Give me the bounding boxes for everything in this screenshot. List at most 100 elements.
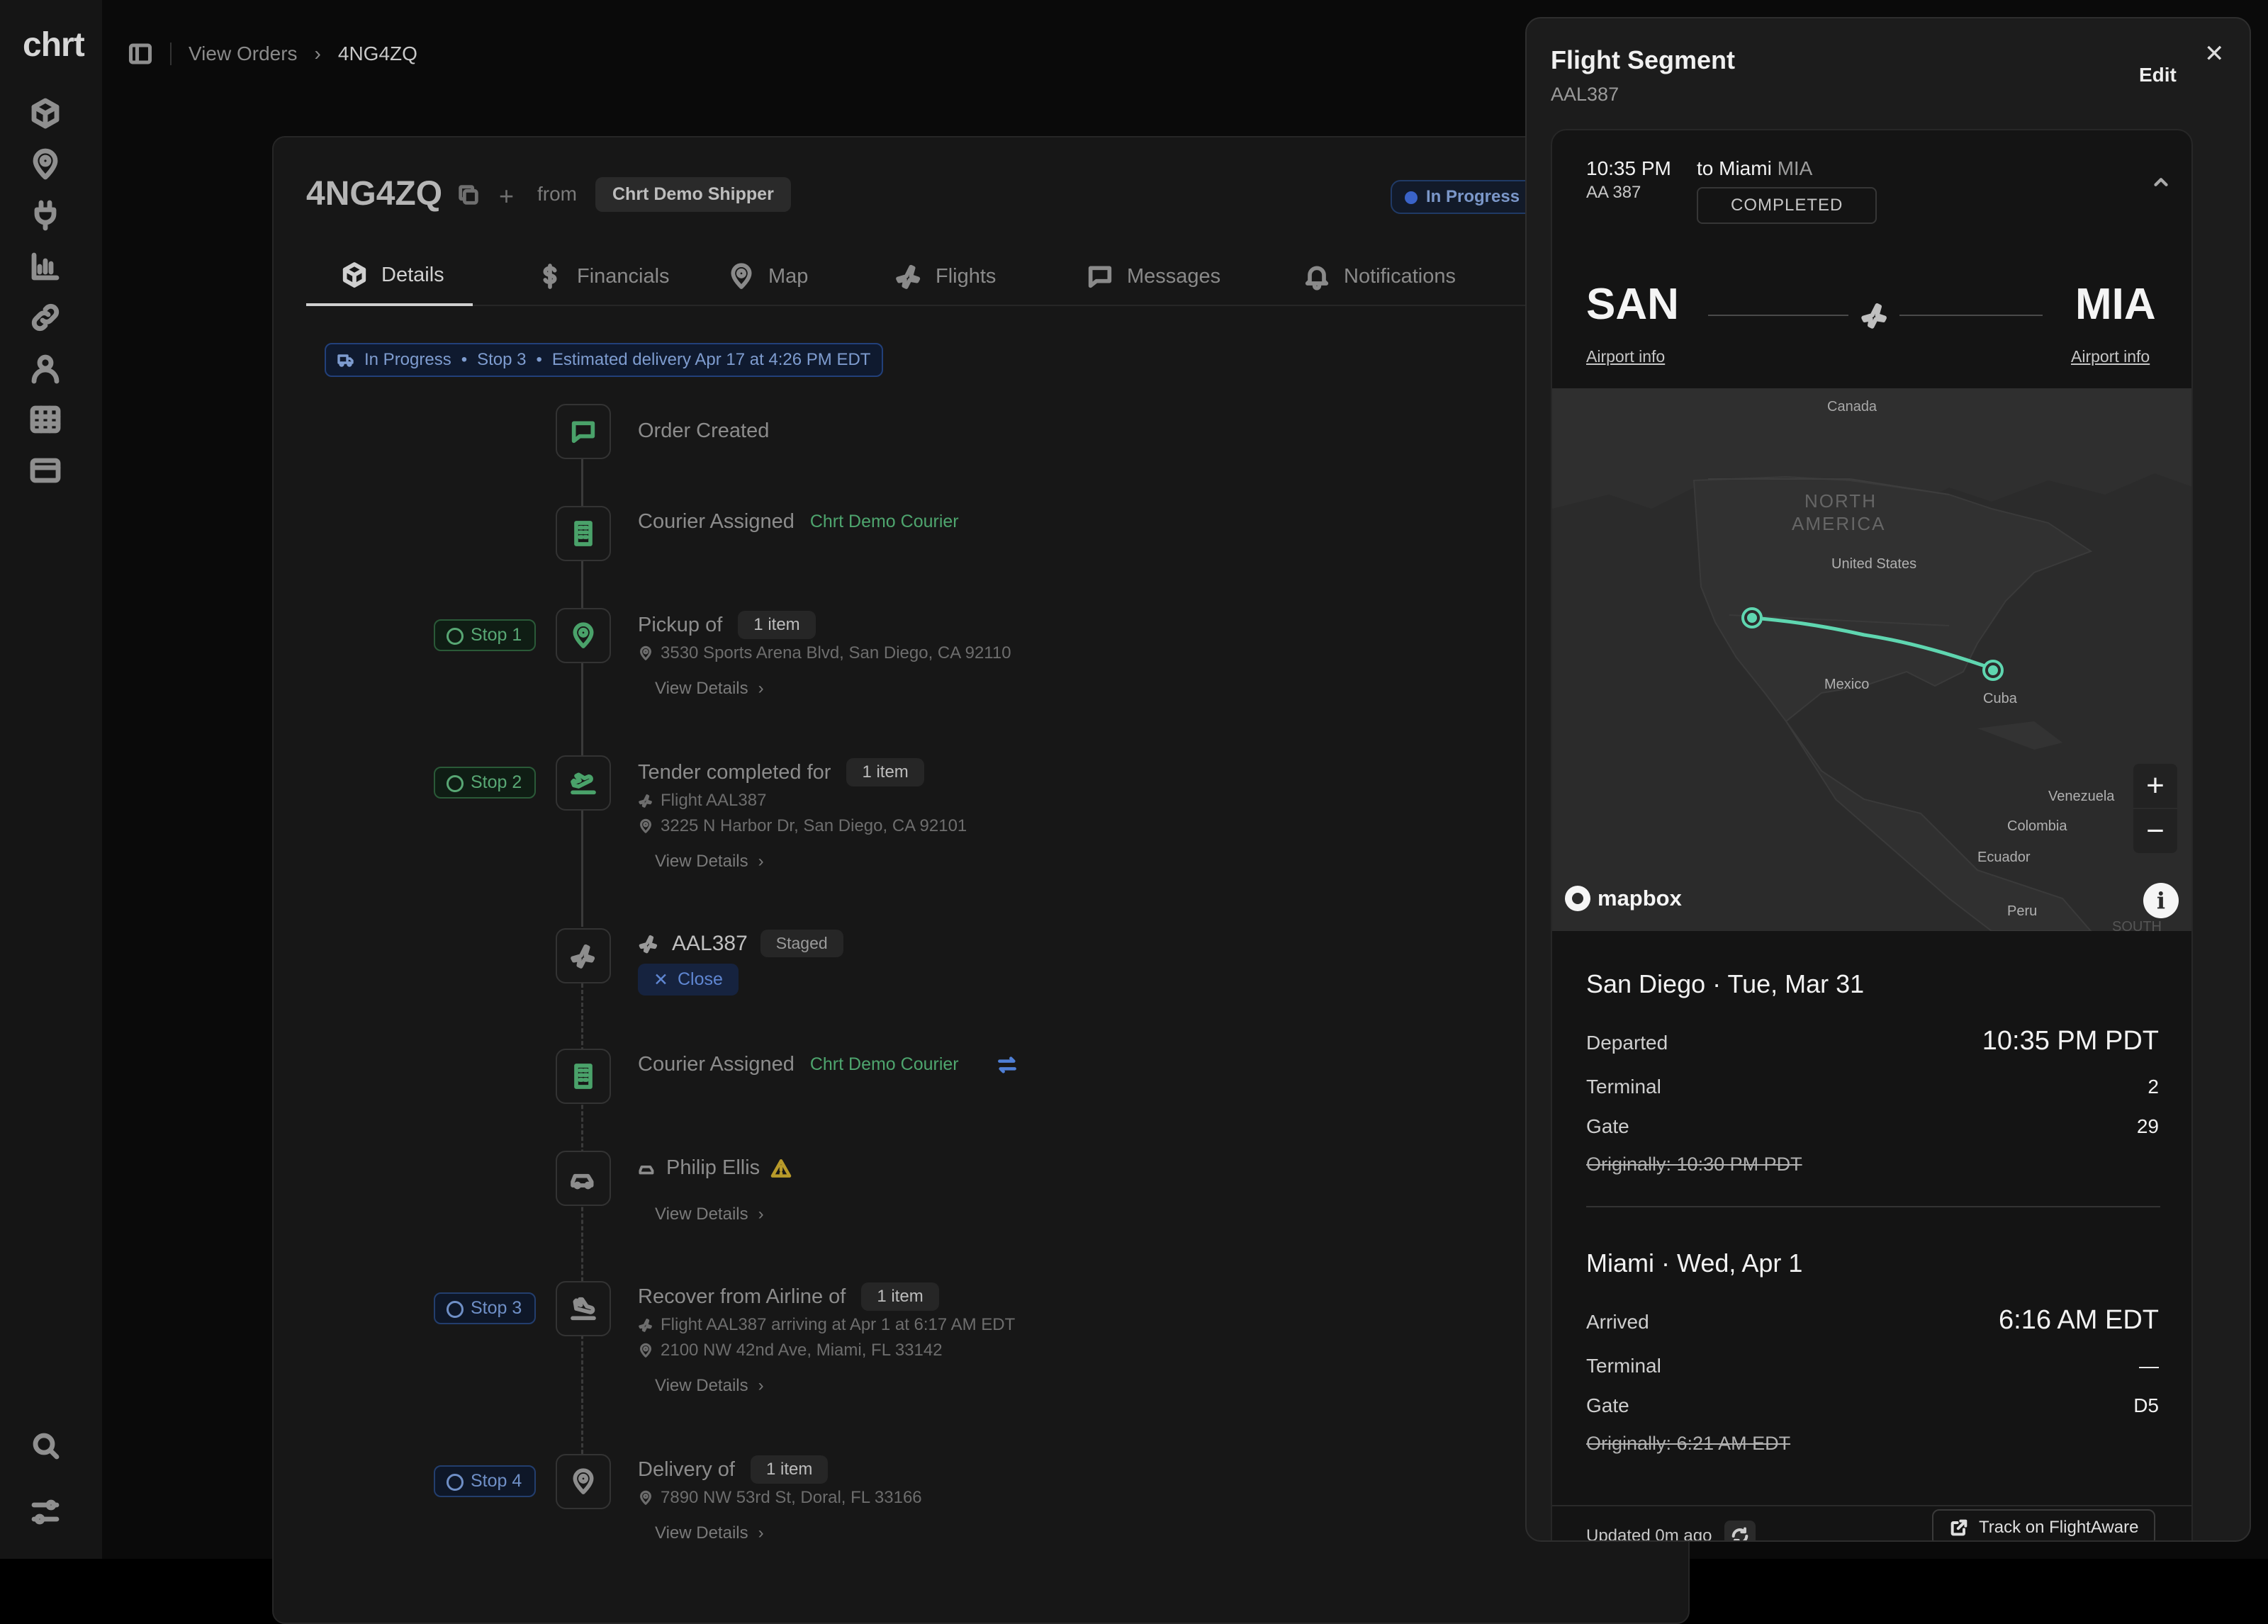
- event-label: Recover from Airline of: [638, 1285, 846, 1309]
- mapbox-logo: mapbox: [1565, 886, 1682, 911]
- car-icon: [569, 1164, 597, 1192]
- truck-icon: [337, 351, 354, 368]
- timeline-node: [556, 506, 611, 561]
- pin-icon: [569, 621, 597, 650]
- view-details-link[interactable]: View Details›: [655, 852, 764, 872]
- settings-sliders-icon[interactable]: [28, 1495, 62, 1529]
- flight-code: AAL387: [672, 932, 748, 956]
- integrations-plug-icon[interactable]: [28, 198, 62, 232]
- destination-airport-info-link[interactable]: Airport info: [2071, 347, 2150, 366]
- map-label: Mexico: [1824, 677, 1869, 692]
- billing-card-icon[interactable]: [28, 453, 62, 487]
- flight-status-badge: COMPLETED: [1697, 187, 1877, 224]
- building-icon: [569, 1062, 597, 1090]
- tab-label: Messages: [1127, 265, 1220, 288]
- event-courier-assigned: Courier AssignedChrt Demo Courier: [638, 1053, 1018, 1076]
- destination-city: to Miami: [1697, 157, 1772, 179]
- panel-subtitle: AAL387: [1551, 84, 1619, 106]
- item-count-chip[interactable]: 1 item: [738, 611, 815, 639]
- flight-time: 10:35 PM: [1586, 157, 1671, 180]
- view-details-link[interactable]: View Details›: [655, 1523, 764, 1543]
- arrived-time: 6:16 AM EDT: [1999, 1305, 2159, 1336]
- app-logo[interactable]: chrt: [23, 26, 84, 64]
- destination-code: MIA: [1778, 157, 1813, 179]
- view-details-link[interactable]: View Details›: [655, 1376, 764, 1396]
- app-rail: chrt: [0, 0, 102, 1559]
- links-chain-icon[interactable]: [28, 300, 62, 334]
- table-grid-icon[interactable]: [28, 402, 62, 436]
- departure-city-date: San Diego · Tue, Mar 31: [1586, 969, 1864, 999]
- order-tabs: Details Financials Map Flights Messages …: [306, 247, 1688, 306]
- event-flight: Flight AAL387 arriving at Apr 1 at 6:17 …: [638, 1315, 1015, 1335]
- sidebar-toggle-icon[interactable]: [128, 41, 153, 67]
- car-icon: [638, 1159, 656, 1178]
- tab-financials[interactable]: Financials: [536, 247, 670, 306]
- swap-icon[interactable]: [996, 1054, 1018, 1076]
- tab-label: Details: [381, 264, 444, 287]
- tab-details[interactable]: Details: [306, 247, 473, 306]
- origin-airport-info-link[interactable]: Airport info: [1586, 347, 1665, 366]
- event-order-created: Order Created: [638, 419, 769, 443]
- breadcrumb-parent-link[interactable]: View Orders: [189, 43, 298, 65]
- flight-map[interactable]: Canada NORTH AMERICA United States Mexic…: [1552, 388, 2193, 931]
- item-count-chip[interactable]: 1 item: [751, 1455, 828, 1484]
- track-on-flightaware-button[interactable]: Track on FlightAware: [1932, 1509, 2155, 1542]
- address-text: 7890 NW 53rd St, Doral, FL 33166: [661, 1488, 922, 1508]
- message-icon: [1086, 262, 1114, 291]
- tab-label: Map: [768, 265, 808, 288]
- orders-box-icon[interactable]: [28, 96, 62, 130]
- origin-airport: SAN: [1586, 279, 1679, 329]
- warning-icon[interactable]: [770, 1157, 792, 1180]
- pin-icon: [569, 1467, 597, 1496]
- courier-name[interactable]: Chrt Demo Courier: [810, 512, 959, 532]
- map-canvas: Canada NORTH AMERICA United States Mexic…: [1552, 388, 2193, 931]
- edit-button[interactable]: Edit: [2139, 64, 2177, 86]
- courier-name[interactable]: Chrt Demo Courier: [810, 1054, 959, 1075]
- stop-badge: Stop 2: [434, 767, 536, 799]
- shipper-badge[interactable]: Chrt Demo Shipper: [595, 177, 791, 212]
- flight-code: AA 387: [1586, 183, 1641, 203]
- search-icon[interactable]: [28, 1428, 62, 1462]
- tab-messages[interactable]: Messages: [1086, 247, 1220, 306]
- pin-icon: [638, 1490, 653, 1506]
- item-count-chip[interactable]: 1 item: [846, 758, 924, 786]
- users-person-icon[interactable]: [28, 351, 62, 385]
- view-details-link[interactable]: View Details›: [655, 1205, 764, 1224]
- tab-label: Financials: [577, 265, 670, 288]
- close-button[interactable]: Close: [638, 964, 739, 996]
- event-label: Delivery of: [638, 1458, 735, 1482]
- building-icon: [569, 519, 597, 548]
- item-count-chip[interactable]: 1 item: [861, 1282, 938, 1311]
- from-label: from: [537, 183, 577, 205]
- timeline-node: [556, 608, 611, 663]
- stop-badge: Stop 3: [434, 1292, 536, 1324]
- event-recover: Recover from Airline of 1 item: [638, 1282, 939, 1311]
- map-info-button[interactable]: i: [2143, 883, 2179, 918]
- departure-gate-label: Gate: [1586, 1115, 1629, 1138]
- chevron-up-icon[interactable]: [2150, 171, 2172, 193]
- refresh-button[interactable]: [1724, 1521, 1756, 1542]
- zoom-out-button[interactable]: −: [2133, 809, 2177, 853]
- order-id-title: 4NG4ZQ: [306, 174, 442, 213]
- arrival-original-time: Originally: 6:21 AM EDT: [1586, 1433, 1790, 1455]
- timeline-node: [556, 1049, 611, 1104]
- tab-map[interactable]: Map: [727, 247, 808, 306]
- tab-flights[interactable]: Flights: [894, 247, 996, 306]
- add-icon[interactable]: +: [499, 181, 514, 211]
- map-label: AMERICA: [1792, 513, 1885, 534]
- view-details-label: View Details: [655, 1523, 748, 1543]
- event-flight-segment[interactable]: AAL387Staged: [638, 930, 843, 957]
- pin-icon: [638, 818, 653, 834]
- analytics-chart-icon[interactable]: [28, 249, 62, 283]
- map-label: SOUTH: [2112, 919, 2162, 931]
- close-icon[interactable]: ✕: [2204, 40, 2225, 68]
- view-details-label: View Details: [655, 1376, 748, 1396]
- arrival-city-date: Miami · Wed, Apr 1: [1586, 1248, 1802, 1278]
- tab-notifications[interactable]: Notifications: [1303, 247, 1456, 306]
- locations-pin-icon[interactable]: [28, 147, 62, 181]
- zoom-in-button[interactable]: +: [2133, 764, 2177, 808]
- view-details-link[interactable]: View Details›: [655, 679, 764, 699]
- plane-departure-icon: [569, 769, 597, 797]
- copy-icon[interactable]: [456, 183, 481, 207]
- driver-name[interactable]: Philip Ellis: [666, 1156, 760, 1180]
